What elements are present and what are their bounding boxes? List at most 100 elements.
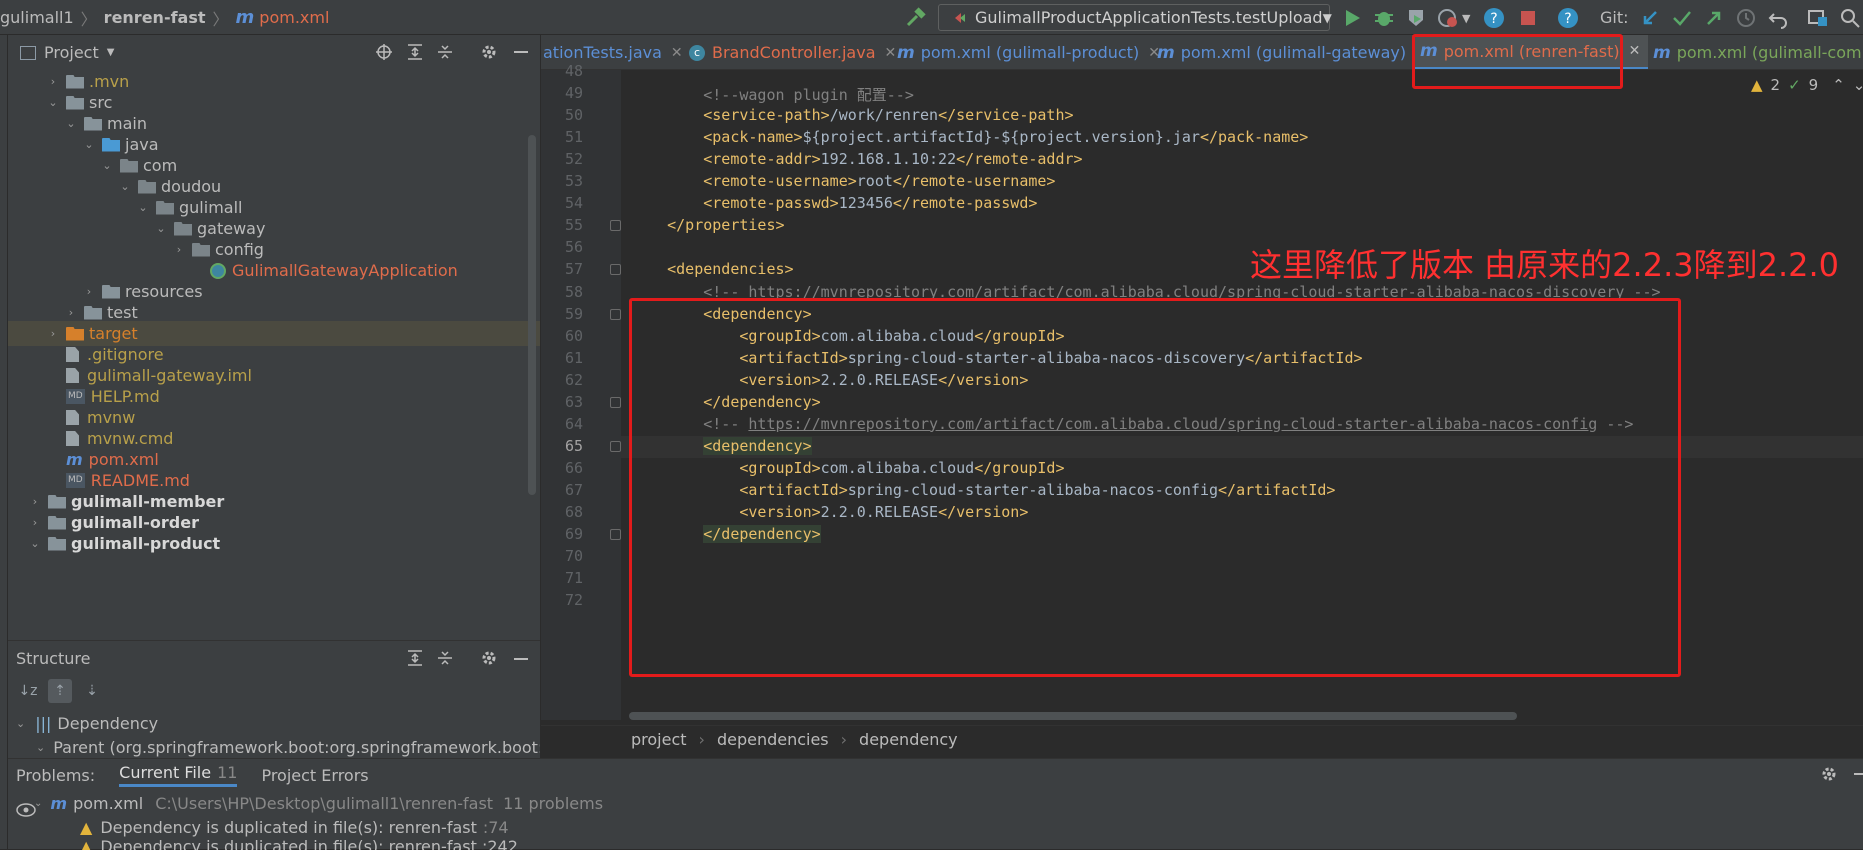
- editor-tab[interactable]: c BrandController.java ✕: [681, 35, 904, 69]
- stop-icon[interactable]: [1516, 6, 1540, 30]
- chevron-down-icon[interactable]: ⌄: [46, 96, 60, 109]
- chevron-right-icon[interactable]: ›: [28, 516, 42, 529]
- expand-all-icon[interactable]: [406, 43, 424, 61]
- coverage-icon[interactable]: [1404, 6, 1428, 30]
- code-line[interactable]: <!-- https://mvnrepository.com/artifact/…: [631, 415, 1633, 433]
- problem-file-row[interactable]: ⌄ m pom.xml C:\Users\HP\Desktop\gulimall…: [34, 791, 603, 815]
- tree-scrollbar[interactable]: [528, 135, 536, 495]
- code-line[interactable]: </properties>: [631, 216, 784, 234]
- run-icon[interactable]: [1340, 6, 1364, 30]
- git-rollback-icon[interactable]: [1766, 6, 1790, 30]
- eye-icon[interactable]: [16, 803, 36, 817]
- search-everywhere-icon[interactable]: ?: [1556, 6, 1580, 30]
- fold-marker-icon[interactable]: [610, 396, 621, 408]
- collapse-all-icon[interactable]: [436, 43, 454, 61]
- close-icon[interactable]: ✕: [1629, 43, 1641, 59]
- git-push-icon[interactable]: [1702, 6, 1726, 30]
- fold-marker-icon[interactable]: [610, 529, 621, 541]
- git-history-icon[interactable]: [1734, 6, 1758, 30]
- gear-icon[interactable]: [480, 649, 500, 669]
- code-line[interactable]: <groupId>com.alibaba.cloud</groupId>: [631, 459, 1064, 477]
- chevron-down-icon[interactable]: ⌄: [118, 180, 132, 193]
- code-line[interactable]: <remote-passwd>123456</remote-passwd>: [631, 194, 1037, 212]
- code-line[interactable]: </dependency>: [631, 393, 820, 411]
- chevron-down-icon[interactable]: ⌄: [28, 537, 42, 550]
- structure-node-parent[interactable]: ⌄ Parent (org.springframework.boot:org.s…: [36, 735, 540, 759]
- chevron-down-icon[interactable]: ⌄: [1853, 76, 1863, 94]
- expand-all-icon[interactable]: [406, 649, 426, 669]
- breadcrumb-file[interactable]: pom.xml: [259, 8, 329, 27]
- chevron-right-icon[interactable]: ›: [46, 327, 60, 340]
- editor-breadcrumb-item[interactable]: project: [631, 730, 687, 749]
- hide-panel-icon[interactable]: [514, 51, 528, 53]
- editor-tab[interactable]: m pom.xml (renren-fast) ✕: [1412, 35, 1649, 69]
- chevron-down-icon[interactable]: ▼: [107, 47, 115, 58]
- profiler-icon[interactable]: [1436, 6, 1460, 30]
- tab-project-errors[interactable]: Project Errors: [261, 766, 368, 785]
- editor-tab[interactable]: m pom.xml (gulimall-comr: [1645, 35, 1863, 69]
- structure-node-dependency[interactable]: ⌄ ||| Dependency: [16, 711, 158, 735]
- fold-marker-icon[interactable]: [610, 440, 621, 452]
- editor-gutter[interactable]: 48 49 50 51 52 53 54 55 56 57 58 59 60 61 62 63 64 65 66 67…: [541, 62, 621, 720]
- fold-marker-icon[interactable]: [610, 264, 621, 276]
- tab-current-file[interactable]: Current File 11: [119, 763, 238, 787]
- locate-icon[interactable]: [375, 43, 393, 61]
- git-update-icon[interactable]: [1638, 6, 1662, 30]
- debug-icon[interactable]: [1372, 6, 1396, 30]
- search-icon[interactable]: [1838, 6, 1862, 30]
- code-line[interactable]: <pack-name>${project.artifactId}-${proje…: [631, 128, 1308, 146]
- code-line[interactable]: <artifactId>spring-cloud-starter-alibaba…: [631, 349, 1362, 367]
- build-hammer-icon[interactable]: [904, 6, 928, 30]
- chevron-down-icon[interactable]: ⌄: [136, 201, 150, 214]
- code-line[interactable]: <remote-username>root</remote-username>: [631, 172, 1055, 190]
- collapse-all-icon[interactable]: [436, 649, 456, 669]
- code-line[interactable]: <service-path>/work/renren</service-path…: [631, 106, 1073, 124]
- code-line[interactable]: <artifactId>spring-cloud-starter-alibaba…: [631, 481, 1335, 499]
- code-line[interactable]: <dependency>: [631, 305, 811, 323]
- gear-icon[interactable]: [480, 43, 498, 61]
- navigate-from-source-icon[interactable]: ⇡: [48, 679, 72, 703]
- chevron-up-icon[interactable]: ⌃: [1832, 76, 1845, 94]
- tool-window-strip[interactable]: [0, 35, 8, 849]
- code-line[interactable]: <!--wagon plugin 配置-->: [631, 84, 914, 105]
- hide-panel-icon[interactable]: [514, 658, 528, 660]
- project-structure-icon[interactable]: [1806, 6, 1830, 30]
- problem-item[interactable]: ▲ Dependency is duplicated in file(s): r…: [80, 837, 518, 850]
- code-line[interactable]: <remote-addr>192.168.1.10:22</remote-add…: [631, 150, 1082, 168]
- chevron-right-icon[interactable]: ›: [28, 495, 42, 508]
- inspection-widget[interactable]: ▲ 2 ✓ 9 ⌃ ⌄: [1751, 76, 1863, 94]
- sort-alpha-icon[interactable]: ↓z: [16, 679, 40, 703]
- editor-breadcrumb-item[interactable]: dependency: [859, 730, 958, 749]
- code-line[interactable]: <dependencies>: [631, 260, 793, 278]
- code-line[interactable]: <version>2.2.0.RELEASE</version>: [631, 503, 1028, 521]
- code-line[interactable]: </dependency>: [631, 525, 821, 544]
- project-view-selector[interactable]: Project: [44, 43, 99, 62]
- run-configuration-select[interactable]: GulimallProductApplicationTests.testUplo…: [938, 4, 1332, 31]
- code-line[interactable]: <dependency>: [631, 436, 812, 455]
- code-line[interactable]: <groupId>com.alibaba.cloud</groupId>: [631, 327, 1064, 345]
- chevron-down-icon[interactable]: ▼: [1462, 12, 1470, 25]
- editor-tab[interactable]: mpom.xml (gulimall-gateway)✕: [1149, 35, 1435, 69]
- chevron-right-icon[interactable]: ›: [82, 285, 96, 298]
- problem-item[interactable]: ▲ Dependency is duplicated in file(s): r…: [80, 815, 509, 839]
- fold-marker-icon[interactable]: [610, 220, 621, 232]
- editor-tab[interactable]: m pom.xml (gulimall-product) ✕: [889, 35, 1168, 69]
- editor-breadcrumb-item[interactable]: dependencies: [717, 730, 829, 749]
- breadcrumb-project[interactable]: gulimall1: [0, 8, 74, 27]
- chevron-down-icon[interactable]: ⌄: [82, 138, 96, 151]
- fold-marker-icon[interactable]: [610, 308, 621, 320]
- breadcrumb-module[interactable]: renren-fast: [104, 8, 206, 27]
- git-commit-icon[interactable]: [1670, 6, 1694, 30]
- hide-panel-icon[interactable]: [1854, 773, 1863, 775]
- chevron-right-icon[interactable]: ›: [172, 243, 186, 256]
- chevron-right-icon[interactable]: ›: [46, 75, 60, 88]
- chevron-down-icon[interactable]: ⌄: [64, 117, 78, 130]
- code-line[interactable]: <version>2.2.0.RELEASE</version>: [631, 371, 1028, 389]
- help-icon[interactable]: ?: [1482, 6, 1506, 30]
- chevron-down-icon[interactable]: ⌄: [154, 222, 168, 235]
- code-editor[interactable]: 48 49 50 51 52 53 54 55 56 57 58 59 60 61 62 63 64 65 66 67…: [541, 62, 1863, 720]
- navigate-to-source-icon[interactable]: ⇣: [80, 679, 104, 703]
- tree-item[interactable]: ⌄ gulimall-product: [8, 531, 540, 556]
- chevron-down-icon[interactable]: ⌄: [100, 159, 114, 172]
- chevron-right-icon[interactable]: ›: [64, 306, 78, 319]
